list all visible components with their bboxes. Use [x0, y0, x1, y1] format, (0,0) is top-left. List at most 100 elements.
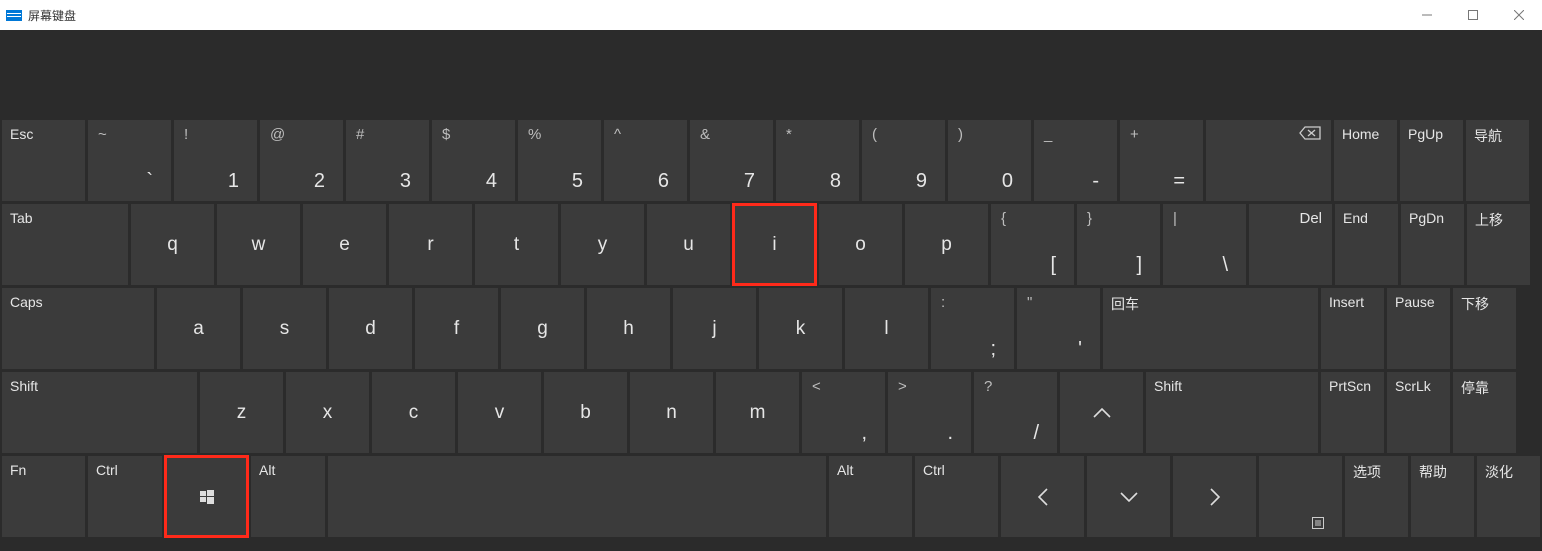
key-space[interactable] [328, 456, 826, 537]
chevron-up-icon [1092, 407, 1112, 419]
key-lctrl[interactable]: Ctrl [88, 456, 162, 537]
key-lbracket[interactable]: {[ [991, 204, 1074, 285]
window-controls [1404, 0, 1542, 30]
key-7[interactable]: &7 [690, 120, 773, 201]
maximize-button[interactable] [1450, 0, 1496, 30]
key-i[interactable]: i [733, 204, 816, 285]
key-period[interactable]: >. [888, 372, 971, 453]
key-m[interactable]: m [716, 372, 799, 453]
key-w[interactable]: w [217, 204, 300, 285]
key-caps[interactable]: Caps [2, 288, 154, 369]
key-4[interactable]: $4 [432, 120, 515, 201]
key-arrow-down[interactable] [1087, 456, 1170, 537]
key-backtick[interactable]: ~` [88, 120, 171, 201]
minimize-button[interactable] [1404, 0, 1450, 30]
key-del[interactable]: Del [1249, 204, 1332, 285]
row-4: Shift z x c v b n m <, >. ?/ Shift PrtSc… [2, 372, 1540, 453]
row-5: Fn Ctrl Alt Alt Ctrl 选项 帮助 淡化 [2, 456, 1540, 537]
minimize-icon [1422, 10, 1432, 20]
window-title: 屏幕键盘 [28, 7, 76, 24]
keyboard-icon [6, 10, 22, 21]
key-e[interactable]: e [303, 204, 386, 285]
key-k[interactable]: k [759, 288, 842, 369]
key-z[interactable]: z [200, 372, 283, 453]
backspace-icon [1299, 126, 1321, 140]
key-x[interactable]: x [286, 372, 369, 453]
key-menu[interactable] [1259, 456, 1342, 537]
key-u[interactable]: u [647, 204, 730, 285]
key-semicolon[interactable]: :; [931, 288, 1014, 369]
key-dock[interactable]: 停靠 [1453, 372, 1516, 453]
key-v[interactable]: v [458, 372, 541, 453]
key-2[interactable]: @2 [260, 120, 343, 201]
key-end[interactable]: End [1335, 204, 1398, 285]
key-prtscn[interactable]: PrtScn [1321, 372, 1384, 453]
key-y[interactable]: y [561, 204, 644, 285]
key-home[interactable]: Home [1334, 120, 1397, 201]
key-q[interactable]: q [131, 204, 214, 285]
key-s[interactable]: s [243, 288, 326, 369]
chevron-right-icon [1209, 487, 1221, 507]
key-pgdn[interactable]: PgDn [1401, 204, 1464, 285]
key-6[interactable]: ^6 [604, 120, 687, 201]
key-win[interactable] [165, 456, 248, 537]
key-tab[interactable]: Tab [2, 204, 128, 285]
key-backspace[interactable] [1206, 120, 1331, 201]
key-l[interactable]: l [845, 288, 928, 369]
key-comma[interactable]: <, [802, 372, 885, 453]
key-p[interactable]: p [905, 204, 988, 285]
key-scrlk[interactable]: ScrLk [1387, 372, 1450, 453]
key-pgup[interactable]: PgUp [1400, 120, 1463, 201]
key-nav[interactable]: 导航 [1466, 120, 1529, 201]
close-button[interactable] [1496, 0, 1542, 30]
key-arrow-right[interactable] [1173, 456, 1256, 537]
key-backslash[interactable]: |\ [1163, 204, 1246, 285]
key-movedown[interactable]: 下移 [1453, 288, 1516, 369]
key-arrow-up[interactable] [1060, 372, 1143, 453]
key-fn[interactable]: Fn [2, 456, 85, 537]
key-r[interactable]: r [389, 204, 472, 285]
key-n[interactable]: n [630, 372, 713, 453]
key-a[interactable]: a [157, 288, 240, 369]
chevron-left-icon [1037, 487, 1049, 507]
key-g[interactable]: g [501, 288, 584, 369]
key-f[interactable]: f [415, 288, 498, 369]
key-3[interactable]: #3 [346, 120, 429, 201]
key-insert[interactable]: Insert [1321, 288, 1384, 369]
key-quote[interactable]: "' [1017, 288, 1100, 369]
key-lalt[interactable]: Alt [251, 456, 325, 537]
key-j[interactable]: j [673, 288, 756, 369]
key-moveup[interactable]: 上移 [1467, 204, 1530, 285]
key-rbracket[interactable]: }] [1077, 204, 1160, 285]
key-h[interactable]: h [587, 288, 670, 369]
key-minus[interactable]: _- [1034, 120, 1117, 201]
key-arrow-left[interactable] [1001, 456, 1084, 537]
key-8[interactable]: *8 [776, 120, 859, 201]
row-3: Caps a s d f g h j k l :; "' 回车 Insert P… [2, 288, 1540, 369]
key-c[interactable]: c [372, 372, 455, 453]
key-enter[interactable]: 回车 [1103, 288, 1318, 369]
key-fade[interactable]: 淡化 [1477, 456, 1540, 537]
key-o[interactable]: o [819, 204, 902, 285]
key-esc[interactable]: Esc [2, 120, 85, 201]
key-rctrl[interactable]: Ctrl [915, 456, 998, 537]
key-5[interactable]: %5 [518, 120, 601, 201]
row-2: Tab q w e r t y u i o p {[ }] |\ Del End… [2, 204, 1540, 285]
key-rshift[interactable]: Shift [1146, 372, 1318, 453]
key-d[interactable]: d [329, 288, 412, 369]
maximize-icon [1468, 10, 1478, 20]
key-b[interactable]: b [544, 372, 627, 453]
chevron-down-icon [1119, 491, 1139, 503]
key-options[interactable]: 选项 [1345, 456, 1408, 537]
key-slash[interactable]: ?/ [974, 372, 1057, 453]
key-pause[interactable]: Pause [1387, 288, 1450, 369]
key-equals[interactable]: += [1120, 120, 1203, 201]
key-t[interactable]: t [475, 204, 558, 285]
close-icon [1514, 10, 1524, 20]
key-ralt[interactable]: Alt [829, 456, 912, 537]
key-1[interactable]: !1 [174, 120, 257, 201]
key-9[interactable]: (9 [862, 120, 945, 201]
key-help[interactable]: 帮助 [1411, 456, 1474, 537]
key-0[interactable]: )0 [948, 120, 1031, 201]
key-lshift[interactable]: Shift [2, 372, 197, 453]
